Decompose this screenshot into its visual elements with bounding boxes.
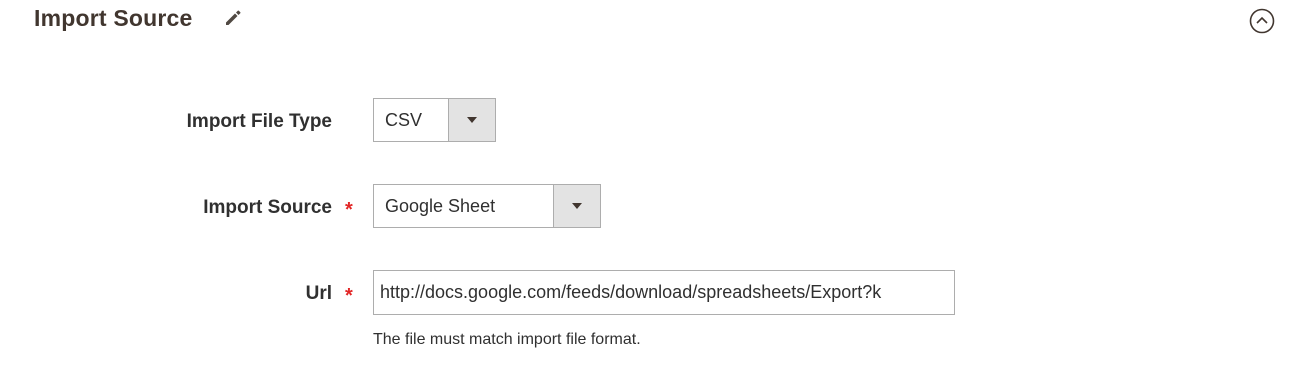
dropdown-arrow-button[interactable] bbox=[553, 185, 600, 227]
caret-down-icon bbox=[467, 117, 477, 123]
url-field-note: The file must match import file format. bbox=[373, 331, 641, 348]
url-input[interactable] bbox=[373, 270, 955, 315]
required-marker: * bbox=[345, 199, 353, 221]
section-title: Import Source bbox=[34, 5, 193, 31]
caret-down-icon bbox=[572, 203, 582, 209]
pencil-icon[interactable] bbox=[222, 7, 244, 29]
url-label: Url bbox=[305, 283, 332, 304]
import-source-select[interactable]: Google Sheet bbox=[373, 184, 601, 228]
chevron-up-circle-icon[interactable] bbox=[1249, 8, 1275, 34]
dropdown-arrow-button[interactable] bbox=[448, 99, 495, 141]
import-file-type-value: CSV bbox=[385, 110, 423, 130]
import-source-label: Import Source bbox=[203, 197, 332, 218]
import-file-type-label: Import File Type bbox=[186, 111, 332, 132]
import-source-value: Google Sheet bbox=[385, 196, 496, 216]
import-file-type-select[interactable]: CSV bbox=[373, 98, 496, 142]
required-marker: * bbox=[345, 285, 353, 307]
